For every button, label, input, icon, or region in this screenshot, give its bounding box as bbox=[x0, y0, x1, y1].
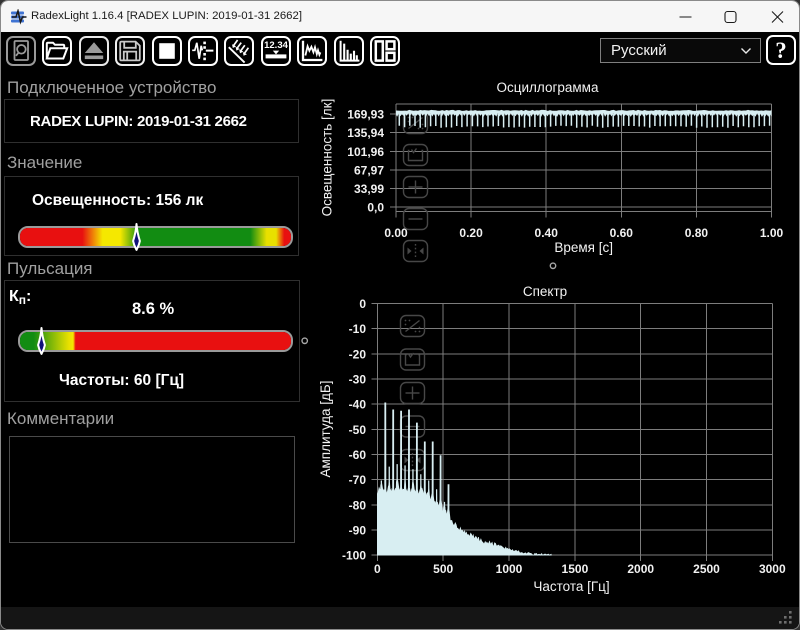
svg-text:-100: -100 bbox=[342, 549, 366, 563]
svg-text:33,99: 33,99 bbox=[354, 182, 384, 196]
svg-text:-90: -90 bbox=[349, 523, 367, 537]
svg-text:0.60: 0.60 bbox=[610, 226, 634, 240]
svg-text:0,0: 0,0 bbox=[367, 201, 384, 215]
svg-text:2000: 2000 bbox=[627, 562, 654, 576]
svg-text:-20: -20 bbox=[349, 347, 367, 361]
svg-text:135,94: 135,94 bbox=[347, 126, 384, 140]
svg-text:1500: 1500 bbox=[562, 562, 589, 576]
svg-text:-80: -80 bbox=[349, 498, 367, 512]
svg-text:0: 0 bbox=[359, 297, 366, 311]
svg-text:3000: 3000 bbox=[759, 562, 786, 576]
svg-text:-30: -30 bbox=[349, 372, 367, 386]
svg-text:-40: -40 bbox=[349, 398, 367, 412]
svg-text:1.00: 1.00 bbox=[760, 226, 784, 240]
svg-text:-10: -10 bbox=[349, 322, 367, 336]
svg-text:2500: 2500 bbox=[693, 562, 720, 576]
svg-text:-50: -50 bbox=[349, 423, 367, 437]
svg-text:67,97: 67,97 bbox=[354, 163, 384, 177]
svg-text:-60: -60 bbox=[349, 448, 367, 462]
svg-text:Частота [Гц]: Частота [Гц] bbox=[533, 579, 609, 594]
svg-text:101,96: 101,96 bbox=[347, 145, 384, 159]
svg-text:Освещенность [лк]: Освещенность [лк] bbox=[320, 99, 335, 217]
svg-text:0.80: 0.80 bbox=[685, 226, 709, 240]
svg-text:0.40: 0.40 bbox=[535, 226, 559, 240]
svg-text:Время [с]: Время [с] bbox=[554, 240, 613, 255]
svg-text:0: 0 bbox=[374, 562, 381, 576]
svg-text:169,93: 169,93 bbox=[347, 108, 384, 122]
svg-text:1000: 1000 bbox=[496, 562, 523, 576]
svg-text:500: 500 bbox=[433, 562, 453, 576]
svg-text:0.20: 0.20 bbox=[459, 226, 483, 240]
svg-text:Амплитуда [дБ]: Амплитуда [дБ] bbox=[318, 380, 333, 477]
svg-text:Спектр: Спектр bbox=[523, 284, 567, 299]
svg-text:Осциллограмма: Осциллограмма bbox=[497, 80, 599, 95]
svg-text:-70: -70 bbox=[349, 473, 367, 487]
